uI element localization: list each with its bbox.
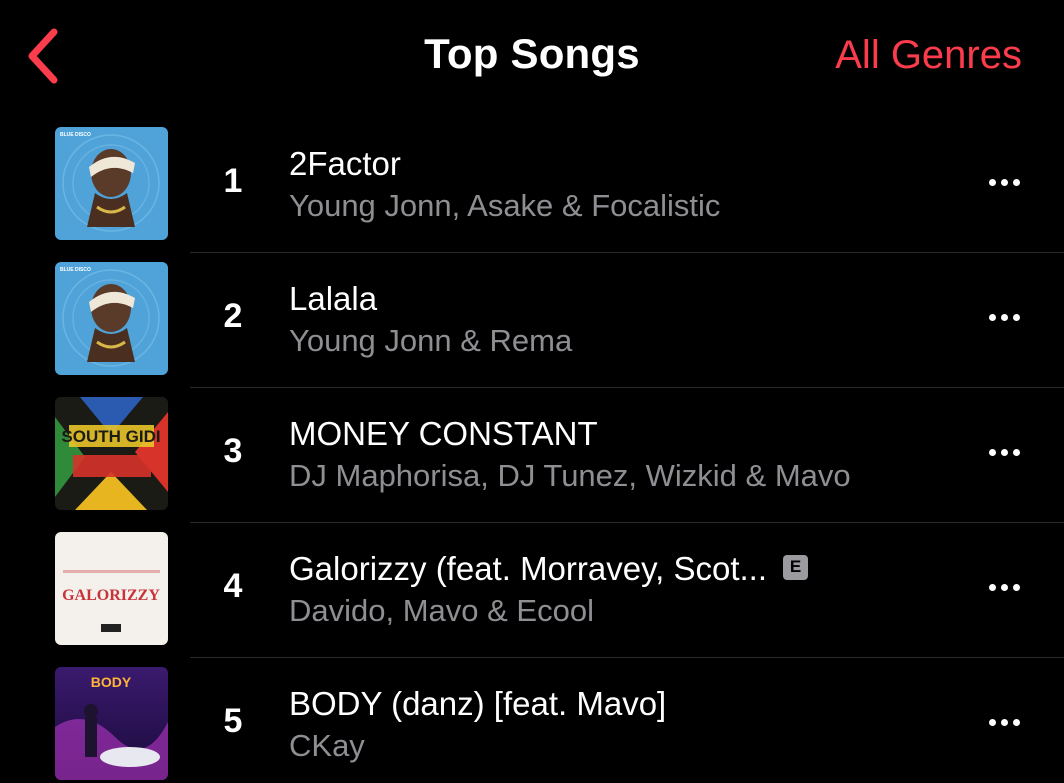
song-artist: Young Jonn, Asake & Focalistic: [289, 188, 721, 223]
more-options-button[interactable]: [980, 573, 1028, 601]
song-title: Galorizzy (feat. Morravey, Scot... E: [289, 550, 809, 588]
explicit-badge: E: [783, 554, 809, 580]
song-title: Lalala: [289, 280, 378, 317]
ellipsis-icon: [988, 718, 996, 726]
song-row[interactable]: GALORIZZY 4 Galorizzy (feat. Morravey, S…: [0, 523, 1064, 658]
nav-header: Top Songs All Genres: [0, 0, 1064, 115]
svg-text:BODY: BODY: [91, 674, 132, 690]
song-row[interactable]: BLUE DISCO 1 2Factor Young Jonn, Asake &…: [0, 118, 1064, 253]
album-art: SOUTH GIDI: [55, 397, 168, 510]
album-art: BLUE DISCO: [55, 127, 168, 240]
song-artist: CKay: [289, 728, 365, 763]
song-artist: DJ Maphorisa, DJ Tunez, Wizkid & Mavo: [289, 458, 851, 493]
ellipsis-icon: [988, 583, 996, 591]
album-art: BODY: [55, 667, 168, 780]
song-title: MONEY CONSTANT: [289, 415, 598, 452]
song-rank: 4: [223, 567, 243, 605]
all-genres-button[interactable]: All Genres: [835, 33, 1022, 78]
more-options-button[interactable]: [980, 168, 1028, 196]
album-art: BLUE DISCO: [55, 262, 168, 375]
ellipsis-icon: [988, 448, 996, 456]
song-row[interactable]: BLUE DISCO 2 Lalala Young Jonn & Rema: [0, 253, 1064, 388]
svg-text:BLUE DISCO: BLUE DISCO: [60, 132, 91, 138]
song-rank: 5: [223, 702, 243, 740]
song-artist: Davido, Mavo & Ecool: [289, 593, 594, 628]
more-options-button[interactable]: [980, 438, 1028, 466]
top-songs-screen: Top Songs All Genres BLUE DISCO 1 2Facto…: [0, 0, 1064, 783]
song-list: BLUE DISCO 1 2Factor Young Jonn, Asake &…: [0, 118, 1064, 783]
song-title: 2Factor: [289, 145, 401, 182]
svg-text:BLUE DISCO: BLUE DISCO: [60, 267, 91, 273]
ellipsis-icon: [988, 178, 996, 186]
svg-text:GALORIZZY: GALORIZZY: [62, 587, 160, 604]
song-rank: 3: [223, 432, 243, 470]
song-title: BODY (danz) [feat. Mavo]: [289, 685, 667, 722]
song-row[interactable]: SOUTH GIDI 3 MONEY CONSTANT DJ Maphorisa…: [0, 388, 1064, 523]
ellipsis-icon: [988, 313, 996, 321]
more-options-button[interactable]: [980, 708, 1028, 736]
more-options-button[interactable]: [980, 303, 1028, 331]
svg-text:SOUTH GIDI: SOUTH GIDI: [61, 427, 160, 446]
song-artist: Young Jonn & Rema: [289, 323, 573, 358]
song-row[interactable]: BODY 5 BODY (danz) [feat. Mavo] CKay: [0, 658, 1064, 783]
album-art: GALORIZZY: [55, 532, 168, 645]
song-rank: 2: [223, 297, 243, 335]
song-rank: 1: [223, 162, 243, 200]
